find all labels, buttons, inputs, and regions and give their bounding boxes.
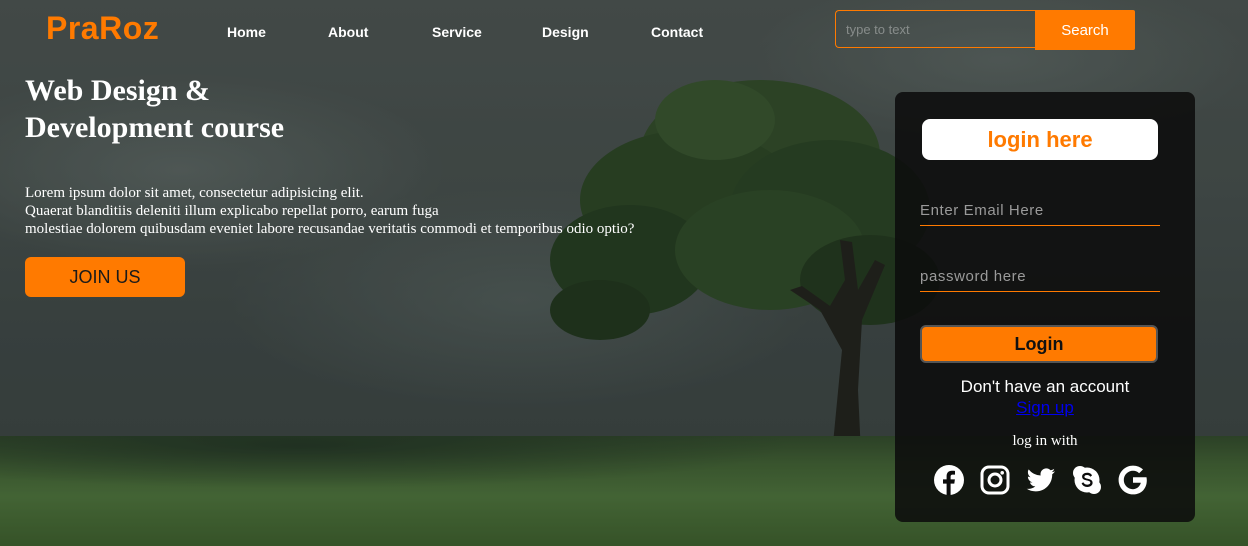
skype-icon[interactable] — [1071, 464, 1103, 496]
nav-link-about[interactable]: About — [328, 24, 368, 40]
login-title: login here — [922, 119, 1158, 160]
no-account-text: Don't have an account — [960, 377, 1130, 396]
hero-title: Web Design & Development course — [25, 74, 285, 144]
search-button[interactable]: Search — [1035, 10, 1135, 50]
password-field[interactable] — [920, 262, 1160, 292]
hero-paragraph-line: molestiae dolorem quibusdam eveniet labo… — [25, 221, 635, 237]
hero-paragraph-line: Lorem ipsum dolor sit amet, consectetur … — [25, 185, 364, 201]
site-logo[interactable]: PraRoz — [46, 10, 159, 47]
login-with-text: log in with — [1012, 433, 1078, 449]
join-us-button[interactable]: JOIN US — [25, 257, 185, 297]
nav-link-home[interactable]: Home — [227, 24, 266, 40]
google-icon[interactable] — [1117, 464, 1149, 496]
login-card: login here Login Don't have an account S… — [895, 92, 1195, 522]
search-input[interactable] — [835, 10, 1035, 48]
nav-link-contact[interactable]: Contact — [651, 24, 703, 40]
facebook-icon[interactable] — [933, 464, 965, 496]
nav-link-service[interactable]: Service — [432, 24, 482, 40]
nav-link-design[interactable]: Design — [542, 24, 589, 40]
hero-paragraph-line: Quaerat blanditiis deleniti illum explic… — [25, 203, 439, 219]
login-button[interactable]: Login — [920, 325, 1158, 363]
social-login-icons — [933, 464, 1153, 496]
signup-link[interactable]: Sign up — [1016, 398, 1074, 417]
twitter-icon[interactable] — [1025, 464, 1057, 496]
signup-container: Sign up — [895, 398, 1195, 418]
hero-paragraph: Lorem ipsum dolor sit amet, consectetur … — [25, 184, 725, 238]
instagram-icon[interactable] — [979, 464, 1011, 496]
email-field[interactable] — [920, 196, 1160, 226]
